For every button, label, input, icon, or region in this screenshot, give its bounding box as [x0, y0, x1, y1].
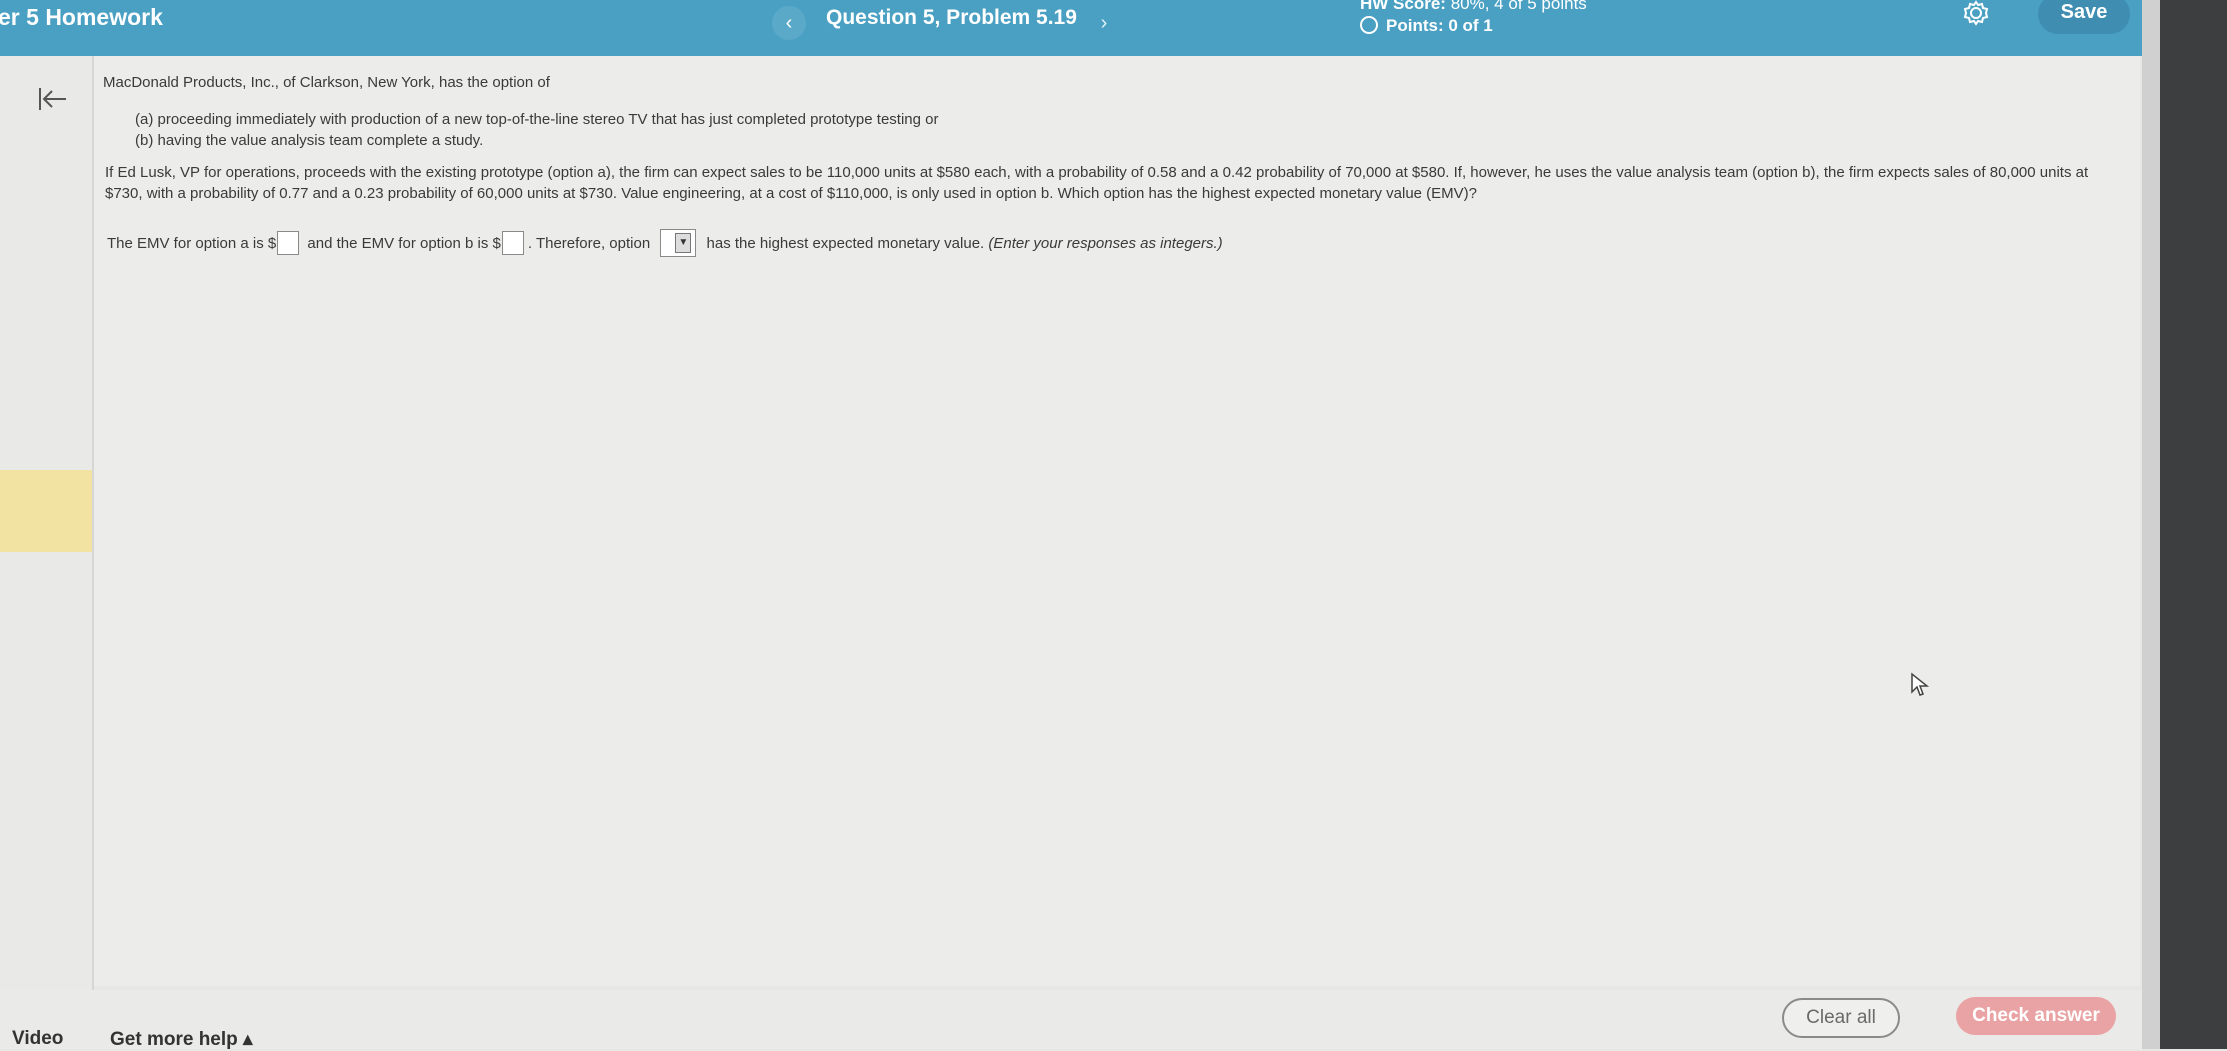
hw-score-value: 80%, 4 of 5 points: [1450, 0, 1587, 13]
emv-option-b-input[interactable]: [501, 231, 524, 255]
emv-option-a-input[interactable]: [277, 231, 300, 255]
get-more-help-link[interactable]: Get more help ▴: [110, 1028, 253, 1051]
left-rail: [0, 56, 94, 1049]
answer-text-1: The EMV for option a is $: [107, 234, 277, 252]
answer-hint: (Enter your responses as integers.): [988, 234, 1223, 252]
points-text: Points: 0 of 1: [1386, 16, 1493, 35]
problem-intro: MacDonald Products, Inc., of Clarkson, N…: [103, 74, 550, 91]
answer-text-2: and the EMV for option b is $: [307, 234, 501, 252]
answer-sentence: The EMV for option a is $ and the EMV fo…: [107, 229, 1223, 257]
collapse-left-icon[interactable]: [36, 84, 70, 118]
previous-question-button[interactable]: ‹: [772, 6, 806, 40]
scrollbar-track[interactable]: [2142, 0, 2160, 1049]
answer-text-4: has the highest expected monetary value.: [706, 234, 985, 252]
clear-all-button[interactable]: Clear all: [1782, 998, 1900, 1038]
hw-score-label: HW Score:: [1360, 0, 1446, 13]
hw-score: HW Score: 80%, 4 of 5 points: [1360, 0, 1587, 14]
mouse-cursor-icon: [1911, 672, 1930, 696]
screen-edge: [2160, 0, 2227, 1049]
top-header-bar: er 5 Homework ‹ Question 5, Problem 5.19…: [0, 0, 2156, 56]
question-title[interactable]: Question 5, Problem 5.19: [826, 6, 1077, 30]
problem-body: If Ed Lusk, VP for operations, proceeds …: [105, 164, 2089, 202]
answer-text-3: . Therefore, option: [527, 234, 651, 252]
best-option-select[interactable]: ▼: [660, 229, 697, 257]
points-status: Points: 0 of 1: [1360, 16, 1493, 36]
current-question-marker: [0, 470, 92, 552]
video-link[interactable]: Video: [12, 1028, 63, 1050]
chevron-down-icon: ▼: [675, 233, 692, 253]
problem-option-a: (a) proceeding immediately with producti…: [135, 111, 939, 128]
save-button[interactable]: Save: [2038, 0, 2130, 34]
assignment-title: er 5 Homework: [0, 4, 163, 30]
settings-gear-icon[interactable]: [1961, 0, 1991, 28]
check-answer-button[interactable]: Check answer: [1956, 997, 2116, 1035]
problem-option-b: (b) having the value analysis team compl…: [135, 132, 484, 149]
next-question-button[interactable]: ›: [1092, 6, 1116, 40]
points-circle-icon: [1360, 16, 1378, 34]
